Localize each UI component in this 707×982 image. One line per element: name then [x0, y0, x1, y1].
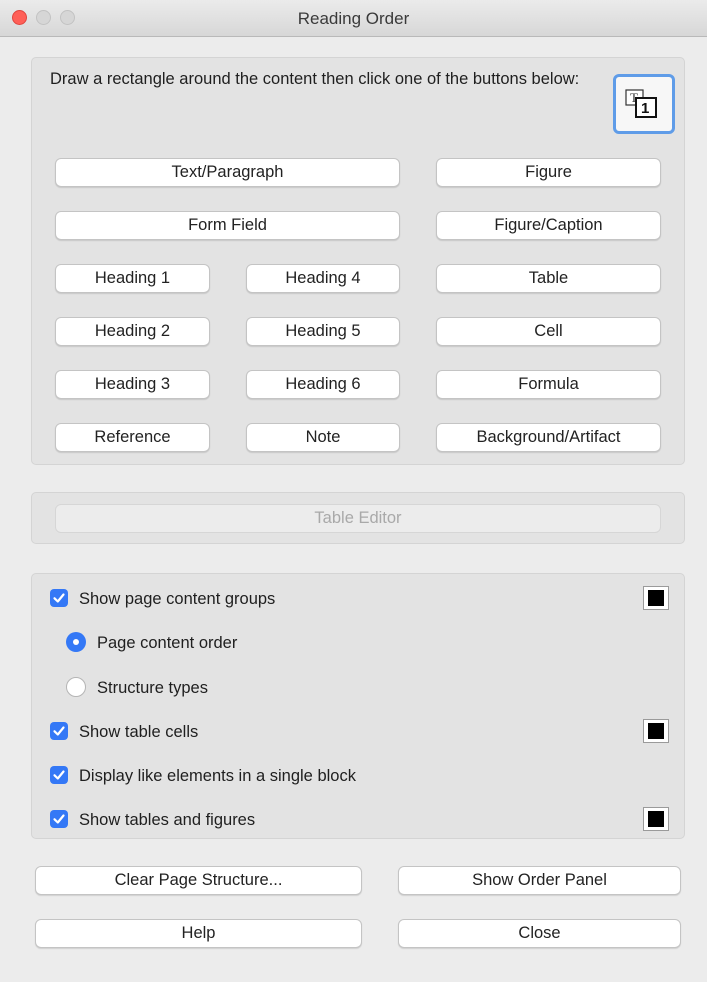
clear-page-structure-button[interactable]: Clear Page Structure... — [35, 866, 362, 895]
cell-button[interactable]: Cell — [436, 317, 661, 346]
form-field-button[interactable]: Form Field — [55, 211, 400, 240]
tagging-group — [31, 57, 685, 465]
checkmark-icon — [53, 814, 65, 824]
show-page-content-groups-label: Show page content groups — [79, 590, 276, 608]
heading-4-button[interactable]: Heading 4 — [246, 264, 400, 293]
structure-types-option[interactable]: Structure types — [66, 675, 208, 701]
reading-order-window: Reading Order Draw a rectangle around th… — [0, 0, 707, 982]
figure-button[interactable]: Figure — [436, 158, 661, 187]
show-table-cells-checkbox[interactable] — [50, 721, 68, 740]
window-title: Reading Order — [297, 9, 410, 28]
checkmark-icon — [53, 593, 65, 603]
page-content-groups-color-swatch[interactable] — [643, 586, 669, 610]
display-like-elements-checkbox[interactable] — [50, 765, 68, 784]
display-like-elements-option[interactable]: Display like elements in a single block — [50, 763, 356, 789]
table-editor-button[interactable]: Table Editor — [55, 504, 661, 533]
show-table-cells-option[interactable]: Show table cells — [50, 719, 198, 745]
show-tables-figures-label: Show tables and figures — [79, 811, 256, 829]
heading-5-button[interactable]: Heading 5 — [246, 317, 400, 346]
figure-caption-button[interactable]: Figure/Caption — [436, 211, 661, 240]
tables-figures-color-swatch[interactable] — [643, 807, 669, 831]
help-button[interactable]: Help — [35, 919, 362, 948]
instruction-text: Draw a rectangle around the content then… — [50, 70, 580, 88]
display-like-elements-label: Display like elements in a single block — [79, 767, 356, 785]
show-page-content-groups-option[interactable]: Show page content groups — [50, 586, 275, 612]
reference-button[interactable]: Reference — [55, 423, 210, 452]
structure-types-radio[interactable] — [66, 676, 86, 697]
text-paragraph-button[interactable]: Text/Paragraph — [55, 158, 400, 187]
structure-types-label: Structure types — [97, 679, 208, 697]
heading-1-button[interactable]: Heading 1 — [55, 264, 210, 293]
show-order-panel-button[interactable]: Show Order Panel — [398, 866, 681, 895]
structure-types-toggle-button[interactable]: T 1 — [613, 74, 675, 134]
close-button[interactable]: Close — [398, 919, 681, 948]
background-artifact-button[interactable]: Background/Artifact — [436, 423, 661, 452]
show-table-cells-label: Show table cells — [79, 723, 199, 741]
table-button[interactable]: Table — [436, 264, 661, 293]
checkmark-icon — [53, 726, 65, 736]
heading-2-button[interactable]: Heading 2 — [55, 317, 210, 346]
show-tables-figures-checkbox[interactable] — [50, 809, 68, 828]
page-content-order-option[interactable]: Page content order — [66, 630, 237, 656]
checkmark-icon — [53, 770, 65, 780]
text-order-icon: T 1 — [625, 89, 657, 118]
title-bar: Reading Order — [0, 0, 707, 37]
page-content-order-label: Page content order — [97, 634, 238, 652]
heading-6-button[interactable]: Heading 6 — [246, 370, 400, 399]
table-cells-color-swatch[interactable] — [643, 719, 669, 743]
show-tables-figures-option[interactable]: Show tables and figures — [50, 807, 255, 833]
note-button[interactable]: Note — [246, 423, 400, 452]
page-content-order-radio[interactable] — [66, 631, 86, 652]
formula-button[interactable]: Formula — [436, 370, 661, 399]
display-options-group — [31, 573, 685, 839]
show-page-content-groups-checkbox[interactable] — [50, 588, 68, 607]
heading-3-button[interactable]: Heading 3 — [55, 370, 210, 399]
svg-text:1: 1 — [641, 100, 649, 117]
